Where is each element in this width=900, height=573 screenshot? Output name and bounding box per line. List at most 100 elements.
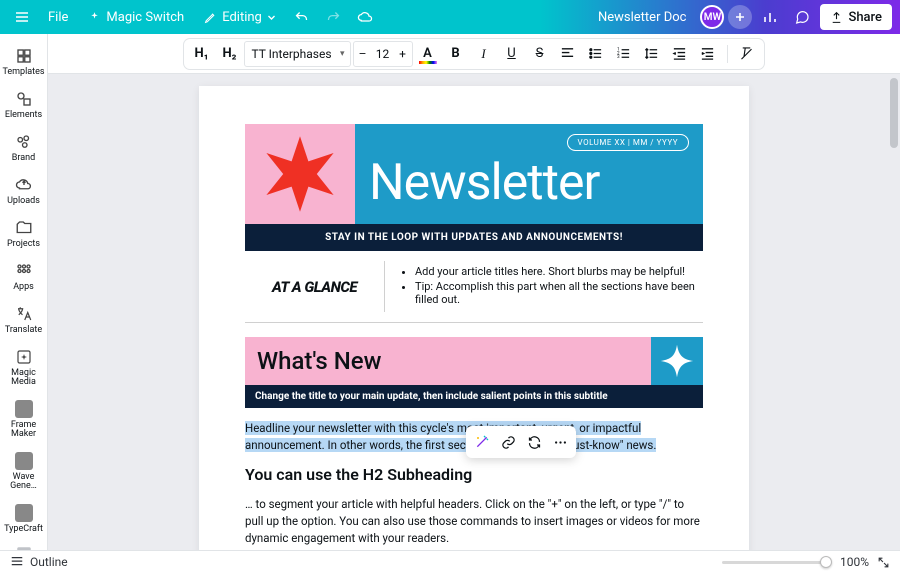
font-size-increase[interactable]: + [394,47,412,61]
italic-button[interactable]: I [471,41,497,67]
strikethrough-button[interactable]: S [527,41,553,67]
sidebar-item-projects[interactable]: Projects [0,212,48,255]
chevron-down-icon [267,13,276,22]
sidebar-item-apps[interactable]: Apps [0,255,48,298]
sparkle-shape-icon [659,343,695,379]
undo-button[interactable] [288,3,316,31]
sidebar-item-translate[interactable]: Translate [0,298,48,341]
cloud-sync-icon[interactable] [352,3,380,31]
sidebar-item-label: Translate [5,326,42,335]
sidebar-item-elements[interactable]: Elements [0,83,48,126]
sidebar-item-wave-gen[interactable]: Wave Gene… [0,445,48,497]
zoom-thumb[interactable] [820,556,832,568]
editing-mode-dropdown[interactable]: Editing [196,3,284,31]
more-options-button[interactable] [548,430,572,454]
star-icon [258,132,342,216]
svg-text:3: 3 [617,54,620,60]
bold-button[interactable]: B [443,41,469,67]
sidebar-item-label: Projects [7,240,40,249]
hamburger-icon[interactable] [8,3,36,31]
sidebar-item-label: Frame Maker [0,421,48,439]
editor-main: H₁ H₂ TT Interphases – 12 + A B I U S 12… [48,34,900,550]
heading2-button[interactable]: H₂ [216,41,242,67]
font-size-stepper[interactable]: – 12 + [353,41,413,67]
top-bar: File Magic Switch Editing Newsletter D [0,0,900,34]
zoom-slider[interactable] [722,561,832,564]
wave-icon [14,451,34,471]
magic-media-icon [14,347,34,367]
sidebar-item-brand[interactable]: Brand [0,126,48,169]
at-a-glance-row[interactable]: AT A GLANCE Add your article titles here… [245,261,703,323]
avatar[interactable]: MW [700,5,724,29]
indent-increase-button[interactable] [695,41,721,67]
hero-block[interactable]: VOLUME XX | MM / YYYY Newsletter [245,124,703,224]
font-color-button[interactable]: A [415,41,441,67]
scroll-thumb[interactable] [890,78,898,148]
font-family-select[interactable]: TT Interphases [244,41,350,67]
volume-badge: VOLUME XX | MM / YYYY [567,134,689,151]
underline-button[interactable]: U [499,41,525,67]
sparkle-panel [651,337,703,385]
sidebar-item-label: Apps [13,283,34,292]
text-toolbar: H₁ H₂ TT Interphases – 12 + A B I U S 12… [48,34,900,74]
hero-title[interactable]: Newsletter [369,158,599,208]
link-button[interactable] [496,430,520,454]
bullet-list-button[interactable] [583,41,609,67]
subtitle-strip[interactable]: Change the title to your main update, th… [245,385,703,408]
font-size-decrease[interactable]: – [354,47,372,61]
uploads-icon [14,175,34,195]
sidebar-collapse-button[interactable] [0,540,48,550]
document-page[interactable]: VOLUME XX | MM / YYYY Newsletter STAY IN… [199,86,749,550]
regenerate-button[interactable] [522,430,546,454]
line-spacing-button[interactable] [639,41,665,67]
sidebar-item-typecraft[interactable]: TypeCraft [0,497,48,540]
apps-icon [14,261,34,281]
sidebar-item-label: Brand [12,154,35,163]
glance-bullet[interactable]: Add your article titles here. Short blur… [415,265,703,278]
expand-icon[interactable] [877,556,890,569]
elements-icon [14,89,34,109]
selection-context-pill [466,426,576,458]
share-button[interactable]: Share [820,4,892,30]
pencil-icon [204,11,217,24]
heading1-button[interactable]: H₁ [188,41,214,67]
align-button[interactable] [555,41,581,67]
loop-strip[interactable]: STAY IN THE LOOP WITH UPDATES AND ANNOUN… [245,224,703,251]
outline-icon[interactable] [10,555,24,569]
magic-write-button[interactable] [470,430,494,454]
sidebar-item-frame-maker[interactable]: Frame Maker [0,393,48,445]
vertical-scrollbar[interactable] [890,78,898,546]
at-a-glance-label: AT A GLANCE [245,261,385,312]
analytics-button[interactable] [756,3,784,31]
glance-bullet[interactable]: Tip: Accomplish this part when all the s… [415,280,703,306]
sidebar-item-uploads[interactable]: Uploads [0,169,48,212]
indent-decrease-button[interactable] [667,41,693,67]
doc-name[interactable]: Newsletter Doc [588,10,696,25]
sidebar-item-label: Elements [5,111,42,120]
outline-label[interactable]: Outline [30,555,68,569]
body-paragraph[interactable]: … to segment your article with helpful h… [245,496,703,546]
status-bar: Outline 100% [0,550,900,573]
magic-switch-button[interactable]: Magic Switch [80,3,192,31]
sidebar-item-templates[interactable]: Templates [0,40,48,83]
numbered-list-button[interactable]: 123 [611,41,637,67]
whats-new-header[interactable]: What's New [245,337,703,385]
add-member-button[interactable] [728,5,752,29]
file-menu[interactable]: File [40,3,76,31]
projects-icon [14,218,34,238]
sidebar-item-label: TypeCraft [4,525,43,534]
whats-new-title[interactable]: What's New [257,347,381,375]
hero-star-panel [245,124,355,224]
font-size-value[interactable]: 12 [372,47,394,61]
zoom-value[interactable]: 100% [840,555,869,569]
translate-icon [14,304,34,324]
h2-heading[interactable]: You can use the H2 Subheading [245,465,703,484]
clear-formatting-button[interactable] [734,41,760,67]
redo-button[interactable] [320,3,348,31]
sidebar-item-magic-media[interactable]: Magic Media [0,341,48,393]
canvas-scroll[interactable]: VOLUME XX | MM / YYYY Newsletter STAY IN… [48,74,900,550]
at-a-glance-content[interactable]: Add your article titles here. Short blur… [385,261,703,312]
hero-title-panel: VOLUME XX | MM / YYYY Newsletter [355,124,703,224]
comment-button[interactable] [788,3,816,31]
templates-icon [14,46,34,66]
